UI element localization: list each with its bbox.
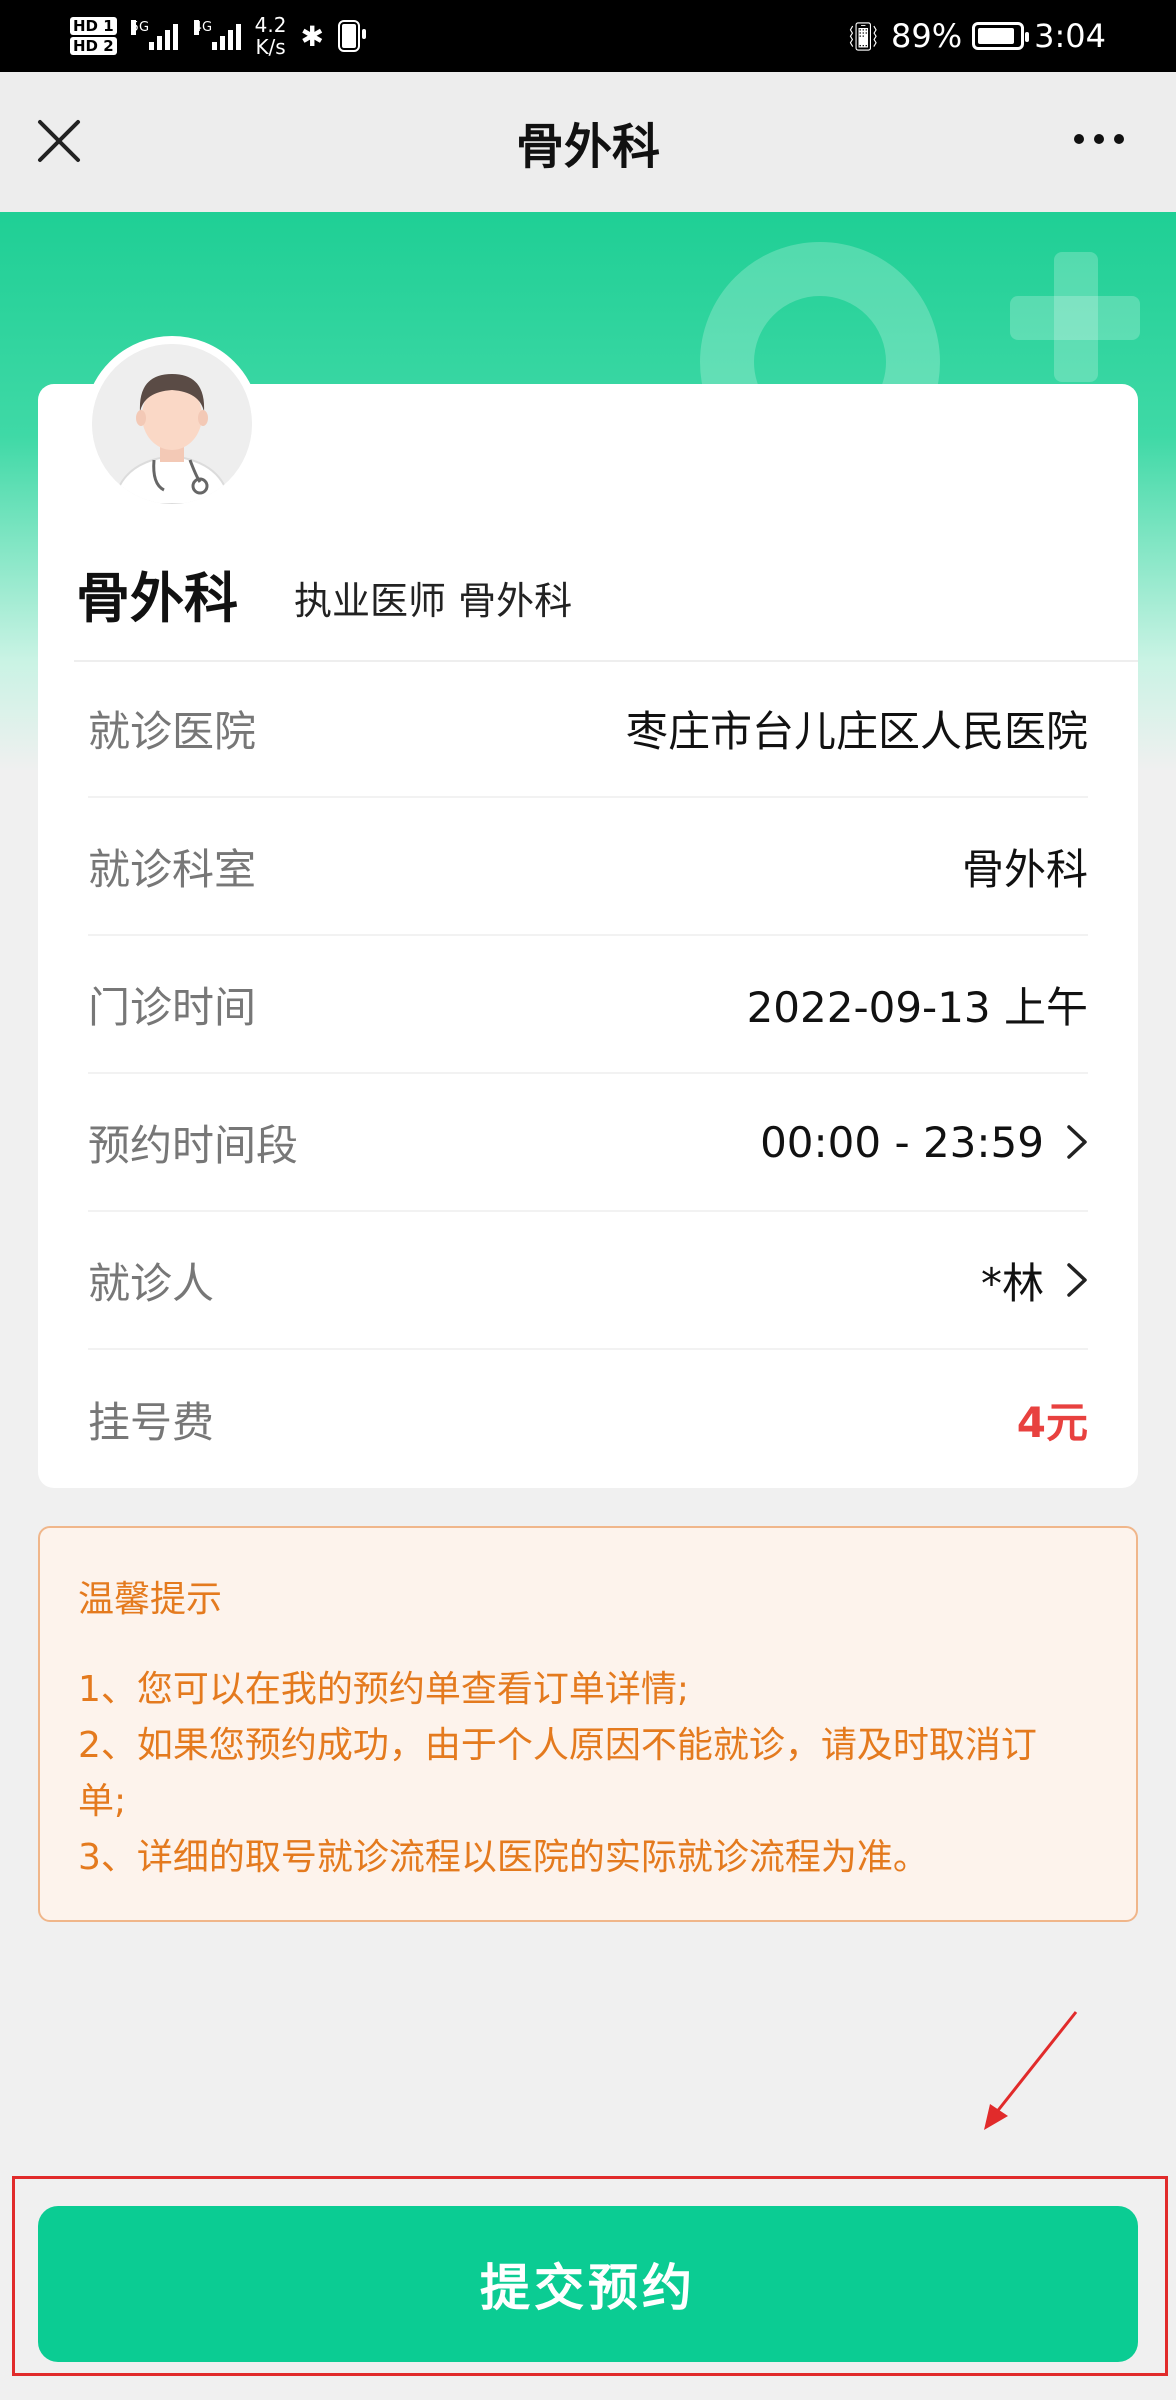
row-clinic-time: 门诊时间 2022-09-13 上午	[88, 936, 1088, 1074]
department-label: 就诊科室	[88, 844, 257, 894]
signal-icon-2: 4G	[193, 20, 241, 50]
nav-bar: 骨外科	[0, 72, 1176, 212]
battery-percent: 89%	[891, 17, 963, 55]
hd2-label: HD 2	[70, 37, 117, 55]
tips-line-3: 单;	[78, 1781, 127, 1822]
status-right: 📳︎ 89% 3:04	[845, 17, 1106, 55]
patient-value[interactable]: *林	[981, 1250, 1088, 1311]
battery-icon	[972, 22, 1030, 50]
doctor-title: 执业医师 骨外科	[294, 579, 573, 623]
hd1-label: HD 1	[70, 17, 117, 35]
tips-box: 温馨提示 1、您可以在我的预约单查看订单详情; 2、如果您预约成功，由于个人原因…	[38, 1526, 1138, 1922]
fee-label: 挂号费	[88, 1397, 215, 1447]
status-bar: HD 1 HD 2 5G 4G 4.2 K/s ✱ 📳︎ 89% 3:04	[0, 0, 1176, 72]
speed-unit: K/s	[255, 35, 286, 59]
doctor-avatar	[84, 336, 260, 512]
more-icon[interactable]	[1074, 134, 1124, 144]
chevron-right-icon	[1067, 1263, 1087, 1297]
hospital-value-text: 枣庄市台儿庄区人民医院	[625, 706, 1088, 756]
speed-value: 4.2	[254, 13, 287, 37]
chevron-right-icon	[1067, 1125, 1087, 1159]
bluetooth-icon: ✱	[300, 19, 324, 53]
battery-small-icon	[337, 20, 366, 52]
clinic-time-value: 2022-09-13 上午	[747, 974, 1088, 1035]
submit-appointment-button[interactable]: 提交预约	[38, 2206, 1138, 2362]
time-slot-value[interactable]: 00:00 - 23:59	[760, 1118, 1088, 1167]
time-slot-value-text: 00:00 - 23:59	[760, 1117, 1044, 1167]
row-patient[interactable]: 就诊人 *林	[88, 1212, 1088, 1350]
hd-indicator: HD 1 HD 2	[70, 17, 117, 55]
tips-line-1: 1、您可以在我的预约单查看订单详情;	[78, 1669, 690, 1710]
hospital-value: 枣庄市台儿庄区人民医院	[626, 698, 1088, 759]
close-icon[interactable]	[36, 118, 82, 164]
department-value-text: 骨外科	[961, 844, 1088, 894]
row-department: 就诊科室 骨外科	[88, 798, 1088, 936]
department-value: 骨外科	[962, 836, 1088, 897]
fee-value: 4元	[1017, 1389, 1088, 1450]
decor-plus-bar	[1010, 296, 1140, 340]
patient-label: 就诊人	[88, 1258, 215, 1308]
signal-icon: 5G	[130, 20, 178, 50]
tips-line-4: 3、详细的取号就诊流程以医院的实际就诊流程为准。	[78, 1837, 929, 1878]
network-4g-label: 4G	[193, 20, 213, 35]
doctor-card: 骨外科 执业医师 骨外科 就诊医院 枣庄市台儿庄区人民医院 就诊科室 骨外科 门…	[38, 336, 1138, 1488]
doctor-illustration	[92, 344, 252, 504]
tips-title: 温馨提示	[78, 1579, 223, 1620]
fee-value-text: 4元	[1016, 1397, 1088, 1447]
hospital-label: 就诊医院	[88, 706, 257, 756]
patient-value-text: *林	[980, 1258, 1044, 1308]
vibrate-icon: 📳︎	[845, 19, 882, 53]
doctor-name: 骨外科	[76, 567, 238, 630]
status-left: HD 1 HD 2 5G 4G 4.2 K/s ✱	[70, 14, 366, 58]
row-hospital: 就诊医院 枣庄市台儿庄区人民医院	[88, 660, 1088, 798]
tips-line-2: 2、如果您预约成功，由于个人原因不能就诊，请及时取消订	[78, 1725, 1037, 1766]
network-5g-label: 5G	[130, 20, 150, 35]
clinic-time-label: 门诊时间	[88, 982, 257, 1032]
row-time-slot[interactable]: 预约时间段 00:00 - 23:59	[88, 1074, 1088, 1212]
row-fee: 挂号费 4元	[88, 1350, 1088, 1488]
page-title: 骨外科	[515, 119, 660, 175]
network-speed: 4.2 K/s	[255, 14, 287, 58]
status-time: 3:04	[1034, 17, 1106, 55]
annotation-arrow-icon	[984, 2011, 1078, 2130]
clinic-time-value-text: 2022-09-13 上午	[746, 982, 1088, 1032]
time-slot-label: 预约时间段	[88, 1120, 299, 1170]
